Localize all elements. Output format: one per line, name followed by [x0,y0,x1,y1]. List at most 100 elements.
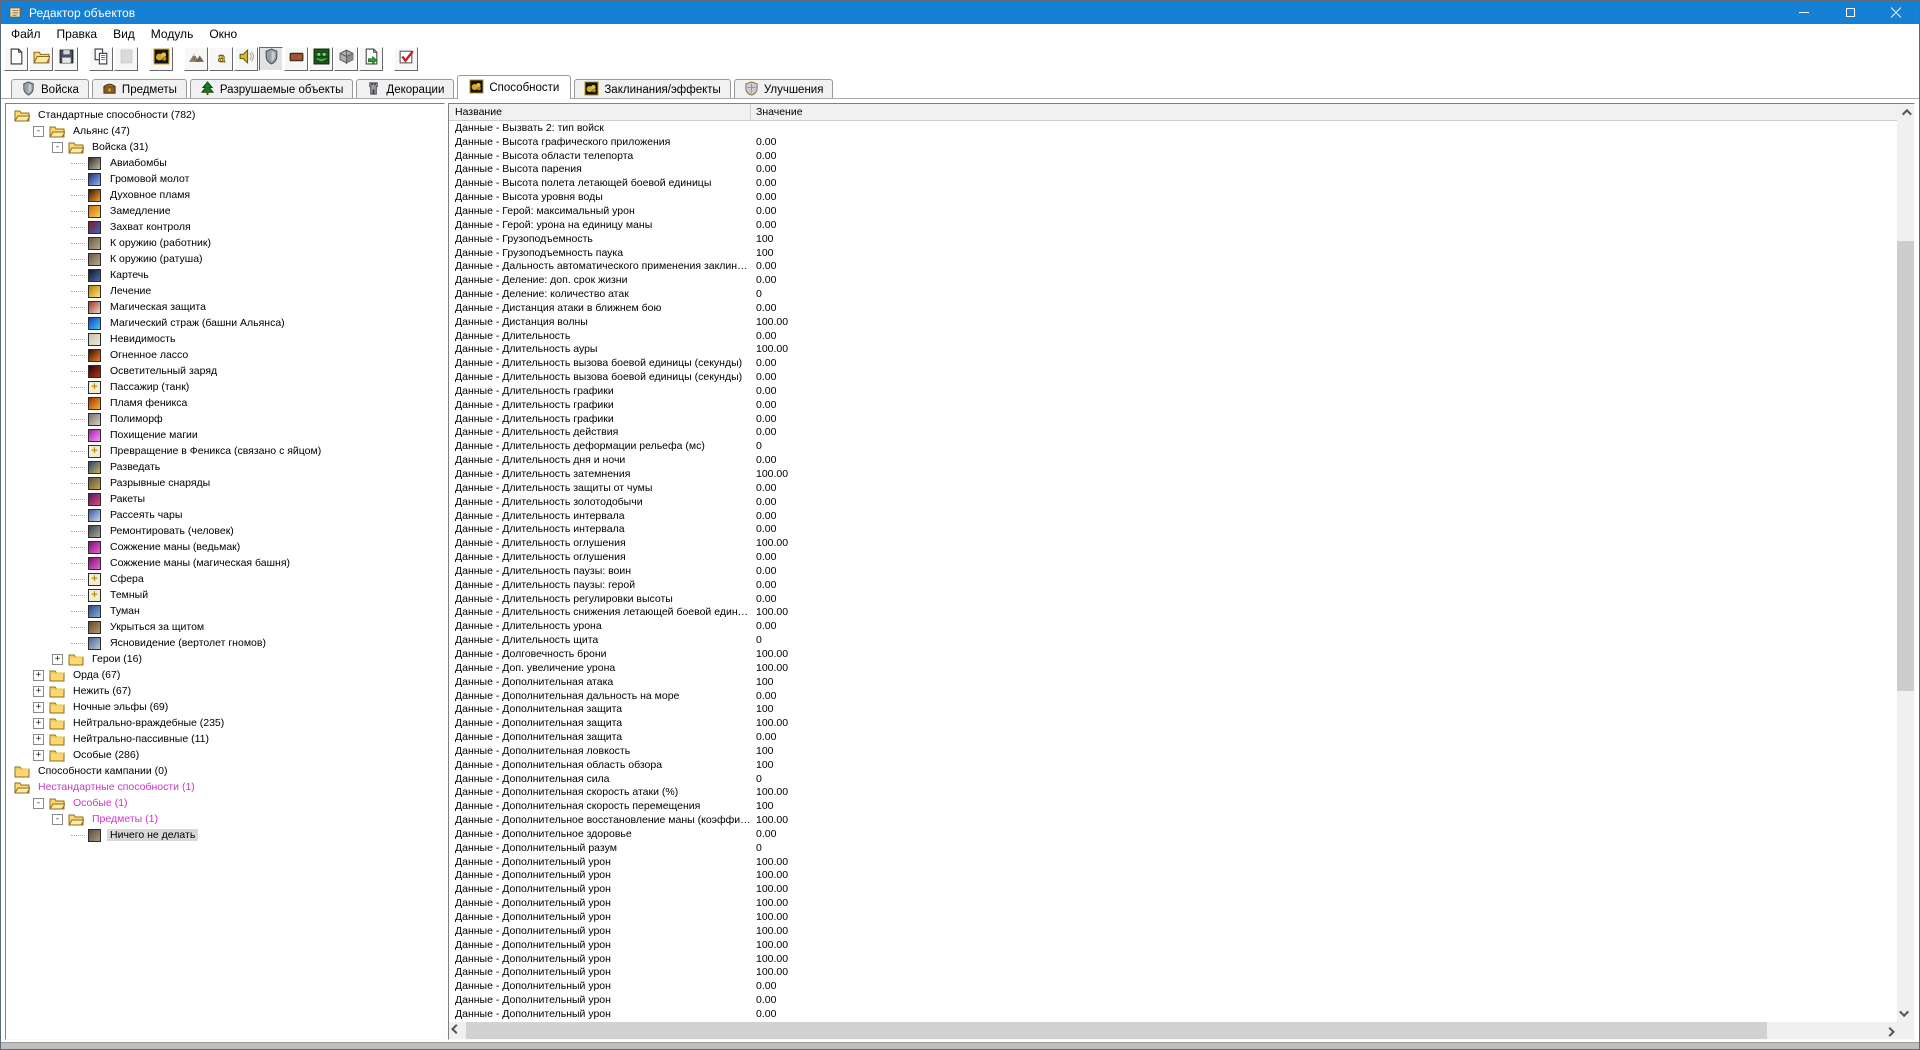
scroll-down-button[interactable] [1897,1005,1914,1022]
expand-expander-icon[interactable]: + [52,653,63,665]
property-row[interactable]: Данные - Дополнительный урон 100.00 [449,965,1897,979]
property-row[interactable]: Данные - Высота области телепорта 0.00 [449,149,1897,163]
item-editor-button[interactable] [284,47,308,71]
property-row[interactable]: Данные - Герой: максимальный урон 0.00 [449,204,1897,218]
tree-item[interactable]: Магическая защита [6,299,444,315]
tree-item[interactable]: Рассеять чары [6,507,444,523]
tree-item[interactable]: Разведать [6,459,444,475]
expand-expander-icon[interactable]: + [33,701,44,713]
property-row[interactable]: Данные - Дополнительная скорость атаки (… [449,786,1897,800]
property-row[interactable]: Данные - Грузоподъемность паука 100 [449,246,1897,260]
property-row[interactable]: Данные - Дополнительный урон 0.00 [449,993,1897,1007]
scroll-left-button[interactable] [449,1022,466,1039]
tree-item[interactable]: Невидимость [6,331,444,347]
collapse-expander-icon[interactable]: - [33,125,44,137]
tree-item[interactable]: Магический страж (башни Альянса) [6,315,444,331]
tree-item[interactable]: Осветительный заряд [6,363,444,379]
orc-module-button[interactable] [309,47,333,71]
trigger-editor-button[interactable]: a [209,47,233,71]
vertical-scrollbar[interactable] [1897,104,1914,1022]
property-row[interactable]: Данные - Дополнительное здоровье 0.00 [449,827,1897,841]
tree-item[interactable]: - Особые (1) [6,795,444,811]
property-row[interactable]: Данные - Длительность регулировки высоты… [449,592,1897,606]
unit-editor-button[interactable] [259,47,283,71]
tree-item[interactable]: - Войска (31) [6,139,444,155]
property-row[interactable]: Данные - Длительность урона 0.00 [449,619,1897,633]
tree-item[interactable]: Пламя феникса [6,395,444,411]
collapse-expander-icon[interactable]: - [52,813,63,825]
property-row[interactable]: Данные - Дополнительный урон 100.00 [449,882,1897,896]
tree-item[interactable]: К оружию (работник) [6,235,444,251]
property-row[interactable]: Данные - Вызвать 2: тип войск [449,121,1897,135]
tree-item[interactable]: Авиабомбы [6,155,444,171]
tree-item[interactable]: + Нежить (67) [6,683,444,699]
tree-item[interactable]: + Нейтрально-враждебные (235) [6,715,444,731]
tree-item[interactable]: Похищение магии [6,427,444,443]
copy-button[interactable] [89,47,113,71]
tree-item[interactable]: Разрывные снаряды [6,475,444,491]
property-row[interactable]: Данные - Длительность интервала 0.00 [449,522,1897,536]
collapse-expander-icon[interactable]: - [33,797,44,809]
property-row[interactable]: Данные - Деление: количество атак 0 [449,287,1897,301]
tree-item[interactable]: - Альянс (47) [6,123,444,139]
property-row[interactable]: Данные - Длительность оглушения 0.00 [449,550,1897,564]
tree-item[interactable]: Сожжение маны (ведьмак) [6,539,444,555]
property-row[interactable]: Данные - Дополнительный урон 100.00 [449,952,1897,966]
property-row[interactable]: Данные - Дополнительная защита 100 [449,702,1897,716]
tree-item[interactable]: + Темный [6,587,444,603]
tree-item[interactable]: - Предметы (1) [6,811,444,827]
test-map-button[interactable] [394,47,418,71]
property-row[interactable]: Данные - Дополнительный урон 100.00 [449,938,1897,952]
tab-buffs[interactable]: Заклинания/эффекты [574,79,731,99]
menu-item-view[interactable]: Вид [105,25,143,43]
property-row[interactable]: Данные - Дополнительная атака 100 [449,675,1897,689]
property-row[interactable]: Данные - Дополнительная защита 0.00 [449,730,1897,744]
tree-item[interactable]: Ракеты [6,491,444,507]
property-row[interactable]: Данные - Герой: урона на единицу маны 0.0… [449,218,1897,232]
tab-units[interactable]: Войска [11,79,89,99]
property-row[interactable]: Данные - Дополнительный урон 100.00 [449,910,1897,924]
property-row[interactable]: Данные - Длительность вызова боевой един… [449,356,1897,370]
tab-items[interactable]: Предметы [91,79,187,99]
property-row[interactable]: Данные - Длительность действия 0.00 [449,426,1897,440]
tree-item[interactable]: + Орда (67) [6,667,444,683]
paste-button[interactable] [114,47,138,71]
property-row[interactable]: Данные - Высота парения 0.00 [449,163,1897,177]
property-row[interactable]: Данные - Дополнительный урон 0.00 [449,1007,1897,1021]
tree-item[interactable]: Полиморф [6,411,444,427]
tab-destructibles[interactable]: Разрушаемые объекты [189,79,354,99]
tree-item[interactable]: + Ночные эльфы (69) [6,699,444,715]
scroll-right-button[interactable] [1880,1022,1897,1039]
tree-item[interactable]: + Герои (16) [6,651,444,667]
property-row[interactable]: Данные - Дистанция атаки в ближнем бою 0.… [449,301,1897,315]
tab-doodads[interactable]: Декорации [356,79,455,99]
vertical-scroll-thumb[interactable] [1897,241,1914,691]
property-row[interactable]: Данные - Дополнительный урон 0.00 [449,979,1897,993]
property-row[interactable]: Данные - Дополнительная область обзора 10… [449,758,1897,772]
property-row[interactable]: Данные - Длительность защиты от чумы 0.00 [449,481,1897,495]
tree-item[interactable]: К оружию (ратуша) [6,251,444,267]
property-row[interactable]: Данные - Дополнительная скорость перемещ… [449,799,1897,813]
property-row[interactable]: Данные - Длительность золотодобычи 0.00 [449,495,1897,509]
expand-expander-icon[interactable]: + [33,717,44,729]
property-row[interactable]: Данные - Длительность дня и ночи 0.00 [449,453,1897,467]
property-row[interactable]: Данные - Длительность щита 0 [449,633,1897,647]
sound-editor-button[interactable] [234,47,258,71]
tree-item[interactable]: Замедление [6,203,444,219]
tree-item[interactable]: Ремонтировать (человек) [6,523,444,539]
property-row[interactable]: Данные - Длительность вызова боевой един… [449,370,1897,384]
tree-item[interactable]: Духовное пламя [6,187,444,203]
property-row[interactable]: Данные - Длительность оглушения 100.00 [449,536,1897,550]
tree-item[interactable]: Огненное лассо [6,347,444,363]
property-row[interactable]: Данные - Длительность 0.00 [449,329,1897,343]
tree-item[interactable]: Захват контроля [6,219,444,235]
import-manager-button[interactable] [359,47,383,71]
column-header-name[interactable]: Название [449,104,751,120]
property-row[interactable]: Данные - Длительность паузы: воин 0.00 [449,564,1897,578]
tree-item[interactable]: + Пассажир (танк) [6,379,444,395]
tab-abilities[interactable]: Способности [457,75,572,99]
property-row[interactable]: Данные - Дальность автоматического приме… [449,259,1897,273]
property-row[interactable]: Данные - Длительность снижения летающей … [449,606,1897,620]
property-row[interactable]: Данные - Долговечность брони 100.00 [449,647,1897,661]
tree-item[interactable]: Способности кампании (0) [6,763,444,779]
